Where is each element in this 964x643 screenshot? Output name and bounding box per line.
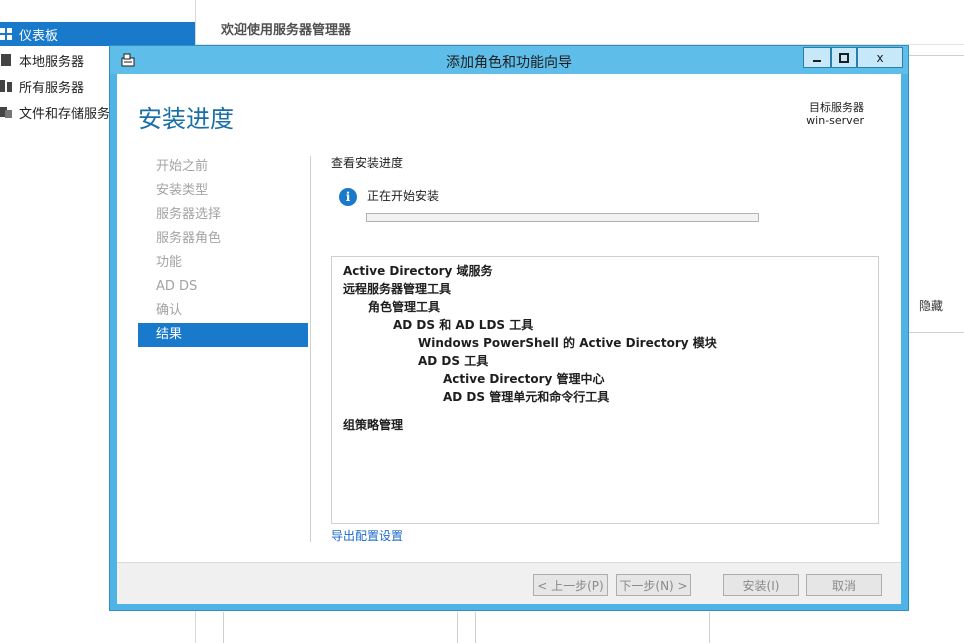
minimize-button[interactable] bbox=[803, 47, 831, 68]
dialog-titlebar[interactable]: 添加角色和功能向导 x bbox=[110, 46, 908, 74]
dialog-footer: < 上一步(P) 下一步(N) > 安装(I) 取消 bbox=[117, 562, 901, 604]
step-installation-type: 安装类型 bbox=[156, 183, 209, 198]
close-icon: x bbox=[876, 50, 884, 65]
add-roles-wizard-dialog: 添加角色和功能向导 x 安装进度 目标服务器 win-server 开始之前 安… bbox=[109, 45, 909, 611]
target-server-name: win-server bbox=[806, 114, 864, 127]
welcome-panel bbox=[908, 55, 964, 333]
next-button[interactable]: 下一步(N) > bbox=[616, 574, 691, 596]
tile-border bbox=[709, 612, 710, 643]
page-heading: 安装进度 bbox=[138, 105, 234, 133]
result-item: AD DS 工具 bbox=[418, 354, 489, 368]
install-button[interactable]: 安装(I) bbox=[723, 574, 799, 596]
step-before-you-begin: 开始之前 bbox=[156, 159, 209, 174]
install-status-text: 正在开始安装 bbox=[367, 189, 440, 203]
tile-border bbox=[457, 612, 458, 643]
steps-divider bbox=[310, 156, 311, 542]
previous-button[interactable]: < 上一步(P) bbox=[533, 574, 608, 596]
hide-link[interactable]: 隐藏 bbox=[919, 297, 943, 314]
sidebar-item-label: 所有服务器 bbox=[19, 80, 85, 96]
maximize-button[interactable] bbox=[831, 47, 857, 68]
step-ad-ds: AD DS bbox=[156, 279, 198, 294]
export-configuration-link[interactable]: 导出配置设置 bbox=[331, 527, 403, 544]
file-storage-icon bbox=[0, 107, 12, 118]
step-features: 功能 bbox=[156, 255, 183, 270]
result-item: 远程服务器管理工具 bbox=[343, 282, 452, 296]
sidebar-item-dashboard[interactable]: 仪表板 bbox=[0, 22, 195, 46]
step-results[interactable]: 结果 bbox=[138, 323, 308, 347]
sidebar-item-label: 文件和存储服务 bbox=[19, 106, 111, 122]
dialog-title: 添加角色和功能向导 bbox=[446, 55, 572, 71]
result-item: 组策略管理 bbox=[343, 418, 404, 432]
step-server-selection: 服务器选择 bbox=[156, 207, 222, 222]
page-title: 欢迎使用服务器管理器 bbox=[221, 23, 352, 38]
sidebar-item-label: 本地服务器 bbox=[19, 54, 85, 70]
cancel-button[interactable]: 取消 bbox=[806, 574, 882, 596]
tile-border bbox=[475, 612, 476, 643]
maximize-icon bbox=[839, 52, 849, 63]
result-item: AD DS 和 AD LDS 工具 bbox=[393, 318, 534, 332]
content-title: 查看安装进度 bbox=[331, 156, 404, 170]
install-progress-bar bbox=[366, 213, 759, 222]
result-item: AD DS 管理单元和命令行工具 bbox=[443, 390, 610, 404]
server-icon bbox=[1, 54, 11, 66]
step-server-roles: 服务器角色 bbox=[156, 231, 222, 246]
info-icon: i bbox=[339, 188, 357, 206]
install-results-list[interactable]: Active Directory 域服务 远程服务器管理工具角色管理工具 AD DS… bbox=[331, 256, 879, 524]
result-item: Active Directory 域服务 bbox=[343, 264, 493, 278]
result-item: 角色管理工具 bbox=[368, 300, 441, 314]
dialog-client-area: 安装进度 目标服务器 win-server 开始之前 安装类型 服务器选择 服务… bbox=[117, 74, 901, 604]
result-item: Active Directory 管理中心 bbox=[443, 372, 605, 386]
sidebar-item-label: 仪表板 bbox=[19, 28, 59, 44]
target-server-label: 目标服务器 bbox=[809, 101, 864, 114]
step-confirmation: 确认 bbox=[156, 303, 183, 318]
result-item: Windows PowerShell 的 Active Directory 模块 bbox=[418, 336, 717, 350]
minimize-icon bbox=[813, 59, 821, 62]
wizard-steps: 开始之前 安装类型 服务器选择 服务器角色 功能 AD DS 确认 结果 bbox=[138, 155, 308, 347]
target-server-info: 目标服务器 win-server bbox=[806, 101, 864, 127]
tile-border bbox=[223, 612, 224, 643]
servers-icon bbox=[0, 80, 12, 92]
dashboard-icon bbox=[0, 28, 12, 40]
close-button[interactable]: x bbox=[857, 47, 903, 68]
